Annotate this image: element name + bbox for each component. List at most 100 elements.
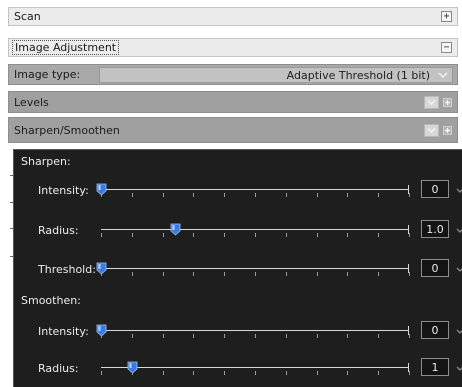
slider-tick <box>347 334 349 338</box>
scan-panel-header[interactable]: Scan + <box>8 7 458 26</box>
smoothen-radius-slider[interactable] <box>101 361 410 376</box>
smoothen-intensity-slider[interactable] <box>96 324 410 338</box>
sharpen-threshold-slider[interactable] <box>96 262 410 277</box>
smoothen-radius-label: Radius: <box>38 362 79 375</box>
slider-tick <box>347 272 349 276</box>
slider-tick <box>347 233 349 237</box>
slider-tick <box>131 193 133 197</box>
sharpen-smoothen-popup: Sharpen: Intensity: 0 Radius: 1.0 Thresh… <box>13 149 462 387</box>
sharpen-smoothen-panel-header[interactable]: Sharpen/Smoothen <box>8 117 458 143</box>
slider-tick <box>193 334 195 338</box>
sharpen-threshold-label: Threshold: <box>38 263 96 276</box>
slider-tick <box>255 334 256 338</box>
slider-tick <box>378 233 380 237</box>
slider-tick <box>409 233 410 237</box>
slider-tick <box>255 371 256 375</box>
chevron-down-icon[interactable] <box>455 266 462 274</box>
image-type-select[interactable]: Adaptive Threshold (1 bit) <box>99 67 453 83</box>
slider-track <box>101 367 409 368</box>
slider-tick <box>285 334 287 338</box>
smoothen-radius-value[interactable]: 1 <box>421 358 449 376</box>
chevron-down-icon[interactable] <box>455 227 462 235</box>
image-type-row: Image type: Adaptive Threshold (1 bit) <box>8 64 458 85</box>
levels-panel-header[interactable]: Levels <box>8 91 458 113</box>
slider-tick <box>131 233 133 237</box>
collapse-minus-icon[interactable]: − <box>441 42 452 53</box>
sharpen-radius-label: Radius: <box>38 224 79 237</box>
slider-tick <box>193 272 195 276</box>
slider-tick <box>378 193 380 197</box>
chevron-down-icon[interactable] <box>455 187 462 195</box>
slider-tick <box>285 233 287 237</box>
levels-panel-title: Levels <box>14 95 49 109</box>
slider-tick <box>409 272 410 276</box>
sharpen-intensity-value[interactable]: 0 <box>421 180 449 198</box>
sharpen-smoothen-expand-plus-icon[interactable] <box>443 125 452 135</box>
slider-tick <box>316 272 318 276</box>
slider-tick <box>316 233 318 237</box>
slider-ticks <box>101 272 410 277</box>
chevron-down-icon <box>427 127 436 133</box>
slider-tick <box>193 371 195 375</box>
image-type-value: Adaptive Threshold (1 bit) <box>286 68 430 82</box>
sharpen-smoothen-dropdown-button[interactable] <box>424 123 439 137</box>
sharpen-intensity-label: Intensity: <box>38 184 89 197</box>
smoothen-intensity-value[interactable]: 0 <box>421 321 449 339</box>
slider-ticks <box>101 233 410 238</box>
chevron-down-icon[interactable] <box>455 365 462 373</box>
slider-thumb-icon[interactable] <box>170 223 181 236</box>
slider-tick <box>162 272 164 276</box>
slider-tick <box>193 193 195 197</box>
slider-tick <box>409 193 410 197</box>
smoothen-group-label: Smoothen: <box>21 294 81 307</box>
levels-dropdown-button[interactable] <box>424 95 439 109</box>
slider-tick <box>378 334 380 338</box>
slider-tick <box>162 233 164 237</box>
slider-tick <box>162 334 164 338</box>
slider-tick <box>378 272 380 276</box>
slider-tick <box>224 371 226 375</box>
image-adjustment-title: Image Adjustment <box>12 40 120 55</box>
slider-tick <box>101 371 102 375</box>
slider-tick <box>409 371 410 375</box>
slider-tick <box>285 193 287 197</box>
slider-tick <box>285 272 287 276</box>
image-adjustment-panel-header[interactable]: Image Adjustment − <box>8 38 458 57</box>
slider-ticks <box>101 371 410 376</box>
slider-tick <box>409 334 410 338</box>
slider-tick <box>162 193 164 197</box>
slider-tick <box>131 334 133 338</box>
slider-thumb-icon[interactable] <box>127 361 138 374</box>
slider-ticks <box>101 193 410 198</box>
slider-tick <box>101 233 102 237</box>
slider-tick <box>224 193 226 197</box>
slider-tick <box>224 272 226 276</box>
sharpen-intensity-slider[interactable] <box>96 183 410 198</box>
slider-tick <box>224 334 226 338</box>
slider-track <box>101 229 409 230</box>
sharpen-radius-slider[interactable] <box>101 223 410 238</box>
slider-tick <box>255 233 256 237</box>
slider-tick <box>162 371 164 375</box>
slider-tick <box>285 371 287 375</box>
slider-tick <box>193 233 195 237</box>
slider-tick <box>378 371 380 375</box>
sharpen-group-label: Sharpen: <box>21 155 71 168</box>
expand-plus-icon[interactable]: + <box>441 11 452 22</box>
slider-thumb-icon[interactable] <box>96 262 107 275</box>
smoothen-intensity-label: Intensity: <box>38 325 89 338</box>
slider-tick <box>131 272 133 276</box>
slider-tick <box>224 233 226 237</box>
chevron-down-icon <box>438 72 448 79</box>
slider-thumb-icon[interactable] <box>96 324 107 337</box>
slider-tick <box>255 272 256 276</box>
levels-expand-plus-icon[interactable] <box>443 97 452 107</box>
slider-tick <box>316 193 318 197</box>
chevron-down-icon[interactable] <box>455 328 462 336</box>
slider-thumb-icon[interactable] <box>96 183 107 196</box>
sharpen-radius-value[interactable]: 1.0 <box>421 220 449 238</box>
slider-tick <box>347 193 349 197</box>
sharpen-threshold-value[interactable]: 0 <box>421 259 449 277</box>
sharpen-smoothen-panel-title: Sharpen/Smoothen <box>14 123 120 137</box>
slider-tick <box>316 371 318 375</box>
